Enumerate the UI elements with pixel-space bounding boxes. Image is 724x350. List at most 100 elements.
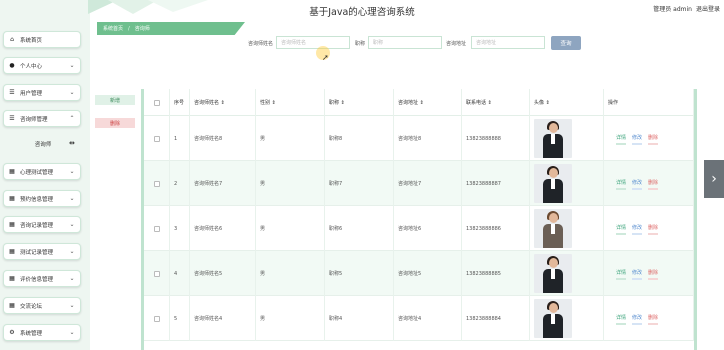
detail-button[interactable]: 详情 <box>616 179 627 190</box>
row-checkbox[interactable] <box>144 251 170 296</box>
chevron-right-icon[interactable]: › <box>704 160 724 198</box>
logout-link[interactable]: 退出登录 <box>696 4 720 13</box>
batch-delete-button[interactable]: 删除 <box>95 118 135 128</box>
cell-gender: 男 <box>256 296 325 341</box>
chevron-down-icon: ⌄ <box>69 195 75 202</box>
sidebar-item-system[interactable]: ⚙ 系统管理 ⌄ <box>3 324 81 341</box>
cell-phone: 13823888884 <box>462 296 530 341</box>
breadcrumb: 系统首页 / 咨询师 <box>97 22 245 35</box>
cell-address: 咨询地址6 <box>394 206 462 251</box>
sort-icon: ⇕ <box>486 99 492 106</box>
sort-icon: ⇕ <box>418 99 424 106</box>
detail-button[interactable]: 详情 <box>616 134 627 145</box>
avatar <box>534 209 572 248</box>
sort-icon: ⇕ <box>339 99 345 106</box>
row-checkbox[interactable] <box>144 296 170 341</box>
breadcrumb-home[interactable]: 系统首页 <box>103 25 123 32</box>
cell-avatar <box>530 161 604 206</box>
sidebar-item-consult-records[interactable]: ▦ 咨询记录管理 ⌄ <box>3 216 81 233</box>
chevron-down-icon: ⌄ <box>69 89 75 96</box>
sidebar-item-label: 预约信息管理 <box>20 196 54 203</box>
sidebar-item-counselors[interactable]: ☰ 咨询师管理 ⌃ <box>3 110 81 127</box>
chevron-down-icon: ⌄ <box>69 248 75 255</box>
row-checkbox[interactable] <box>144 206 170 251</box>
search-title-input[interactable]: 职称 <box>368 36 442 49</box>
column-header[interactable]: 职称 ⇕ <box>325 89 394 116</box>
cell-index: 4 <box>170 251 190 296</box>
sidebar-item-appointments[interactable]: ▦ 预约信息管理 ⌄ <box>3 190 81 207</box>
select-all-checkbox[interactable] <box>144 89 170 116</box>
row-checkbox[interactable] <box>144 116 170 161</box>
sidebar-item-home[interactable]: ⌂ 系统首页 <box>3 31 81 48</box>
column-header[interactable]: 咨询师姓名 ⇕ <box>190 89 256 116</box>
column-header[interactable]: 咨询地址 ⇕ <box>394 89 462 116</box>
detail-button[interactable]: 详情 <box>616 314 627 325</box>
detail-button[interactable]: 详情 <box>616 269 627 280</box>
search-title-label: 职称 <box>355 41 366 47</box>
column-header[interactable]: 头像 ⇕ <box>530 89 604 116</box>
cell-actions: 详情 修改 删除 <box>604 296 694 341</box>
edit-button[interactable]: 修改 <box>632 179 643 190</box>
search-name-label: 咨询师姓名 <box>248 41 274 47</box>
sidebar-item-label: 用户管理 <box>20 90 43 97</box>
cell-title: 职称5 <box>325 251 394 296</box>
sort-icon: ⇕ <box>270 99 276 106</box>
add-button[interactable]: 新增 <box>95 95 135 105</box>
cell-gender: 男 <box>256 161 325 206</box>
sidebar-item-psych-tests[interactable]: ▦ 心理测试管理 ⌄ <box>3 163 81 180</box>
submenu-item-counselor[interactable]: 咨询师 ⇹ <box>3 137 83 150</box>
cell-phone: 13823888886 <box>462 206 530 251</box>
cell-name: 咨询师姓名4 <box>190 296 256 341</box>
sidebar-item-users[interactable]: ☰ 用户管理 ⌄ <box>3 84 81 101</box>
sort-icon: ⇕ <box>219 99 225 106</box>
table-header: 序号 咨询师姓名 ⇕ 性别 ⇕ 职称 ⇕ 咨询地址 ⇕ 联系电话 ⇕ 头像 ⇕ … <box>144 89 694 116</box>
sidebar-item-forum[interactable]: ▦ 交流论坛 ⌄ <box>3 297 81 314</box>
cell-title: 职称6 <box>325 206 394 251</box>
system-title: 基于Java的心理咨询系统 <box>309 7 415 18</box>
cell-gender: 男 <box>256 206 325 251</box>
edit-button[interactable]: 修改 <box>632 134 643 145</box>
sidebar-item-profile[interactable]: ● 个人中心 ⌄ <box>3 57 81 74</box>
sidebar-item-label: 评价信息管理 <box>20 276 54 283</box>
sidebar-item-label: 交流论坛 <box>20 303 43 310</box>
cell-gender: 男 <box>256 116 325 161</box>
cell-title: 职称4 <box>325 296 394 341</box>
column-header[interactable]: 联系电话 ⇕ <box>462 89 530 116</box>
cell-gender: 男 <box>256 251 325 296</box>
chevron-down-icon: ⌄ <box>69 221 75 228</box>
edit-button[interactable]: 修改 <box>632 269 643 280</box>
search-name-input[interactable]: 咨询师姓名 <box>276 36 350 49</box>
delete-button[interactable]: 删除 <box>648 134 659 145</box>
delete-button[interactable]: 删除 <box>648 269 659 280</box>
delete-button[interactable]: 删除 <box>648 314 659 325</box>
column-header[interactable]: 性别 ⇕ <box>256 89 325 116</box>
avatar <box>534 299 572 338</box>
cell-actions: 详情 修改 删除 <box>604 206 694 251</box>
cell-phone: 13823888888 <box>462 116 530 161</box>
delete-button[interactable]: 删除 <box>648 179 659 190</box>
edit-button[interactable]: 修改 <box>632 224 643 235</box>
sidebar-item-reviews[interactable]: ▦ 评价信息管理 ⌄ <box>3 270 81 287</box>
list-icon: ☰ <box>9 89 15 96</box>
row-checkbox[interactable] <box>144 161 170 206</box>
chevron-down-icon: ⌄ <box>69 302 75 309</box>
admin-user-label: 管理员 admin <box>653 6 692 13</box>
table-row: 4 咨询师姓名5 男 职称5 咨询地址5 13823888885 详情 修改 删… <box>144 251 694 296</box>
cell-avatar <box>530 116 604 161</box>
grid-icon: ▦ <box>9 221 15 228</box>
chevron-down-icon: ⌄ <box>69 275 75 282</box>
delete-button[interactable]: 删除 <box>648 224 659 235</box>
chevron-up-icon: ⌃ <box>69 115 75 122</box>
cell-title: 职称7 <box>325 161 394 206</box>
sidebar-item-label: 咨询记录管理 <box>20 222 54 229</box>
user-icon: ● <box>9 62 15 69</box>
cell-avatar <box>530 296 604 341</box>
search-button[interactable]: 查询 <box>551 36 581 50</box>
sidebar-item-test-records[interactable]: ▦ 测试记录管理 ⌄ <box>3 243 81 260</box>
detail-button[interactable]: 详情 <box>616 224 627 235</box>
cell-name: 咨询师姓名8 <box>190 116 256 161</box>
search-address-input[interactable]: 咨询地址 <box>471 36 545 49</box>
edit-button[interactable]: 修改 <box>632 314 643 325</box>
gear-icon: ⚙ <box>9 329 15 336</box>
cell-actions: 详情 修改 删除 <box>604 116 694 161</box>
